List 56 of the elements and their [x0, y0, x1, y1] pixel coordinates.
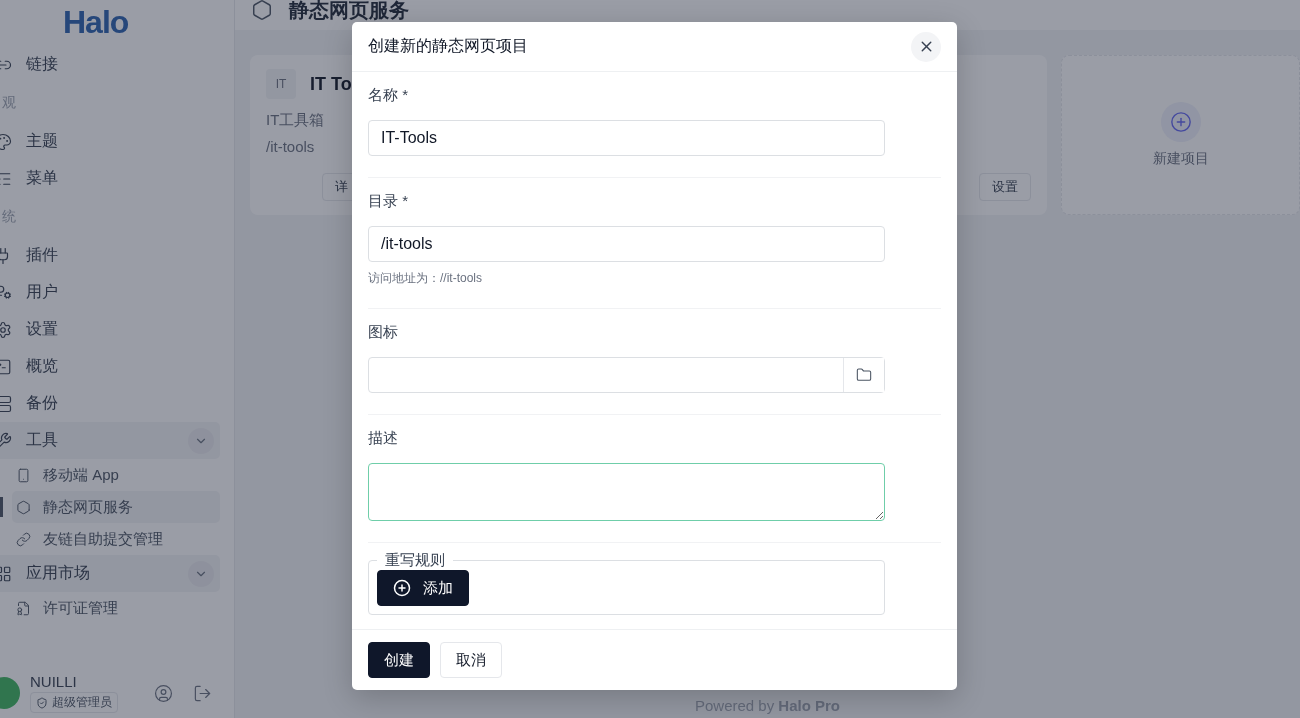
dialog-title: 创建新的静态网页项目	[368, 36, 528, 56]
nav-icon	[0, 394, 12, 413]
folder-icon	[856, 367, 872, 383]
field-hint: 访问地址为：//it-tools	[368, 270, 483, 287]
project-path: /it-tools	[266, 138, 316, 155]
plus-icon	[393, 579, 411, 597]
plus-icon	[1160, 102, 1201, 142]
nav-icon	[16, 600, 31, 616]
logo: Halo	[62, 3, 130, 42]
project-title: IT To	[310, 73, 352, 95]
nav-item[interactable]: 链接	[0, 46, 220, 83]
nav-item[interactable]: 菜单	[0, 160, 220, 197]
project-description: IT工具箱	[266, 111, 326, 130]
profile-icon[interactable]	[154, 683, 173, 703]
nav-icon	[0, 431, 12, 450]
cancel-button[interactable]: 取消	[440, 642, 502, 678]
folder-button[interactable]	[843, 358, 884, 392]
user-name: NUILLI	[30, 673, 78, 690]
nav-item[interactable]: 概览	[0, 348, 220, 385]
chevron-icon	[188, 427, 214, 454]
file-field[interactable]	[368, 357, 885, 393]
nav-icon	[0, 283, 12, 302]
text-field[interactable]: /it-tools	[368, 226, 885, 262]
nav-icon	[16, 531, 31, 547]
nav-icon	[0, 320, 12, 339]
text-field[interactable]: IT-Tools	[368, 120, 885, 156]
nav-icon	[0, 564, 12, 583]
field-label: 描述	[368, 429, 399, 448]
shield-icon	[36, 696, 48, 709]
group-legend: 重写规则	[377, 551, 453, 570]
add-button[interactable]: 添加	[377, 570, 469, 606]
page-title: 静态网页服务	[289, 0, 409, 23]
nav-item[interactable]: 主题	[0, 123, 220, 160]
textarea-field[interactable]	[368, 463, 885, 521]
nav-item[interactable]: 用户	[0, 274, 220, 311]
field-label: 名称 *	[368, 86, 409, 105]
role-tag: 超级管理员	[30, 692, 118, 713]
logout-icon[interactable]	[193, 683, 212, 703]
nav-icon	[16, 467, 31, 483]
card-button[interactable]: 设置	[979, 173, 1031, 201]
nav-icon	[0, 132, 12, 151]
nav-item[interactable]: 备份	[0, 385, 220, 422]
create-button[interactable]: 创建	[368, 642, 430, 678]
field-label: 目录 *	[368, 192, 409, 211]
page-icon	[251, 0, 273, 21]
close-button[interactable]	[911, 31, 941, 62]
project-badge: IT	[266, 69, 296, 99]
nav-icon	[0, 357, 12, 376]
nav-item[interactable]: 设置	[0, 311, 220, 348]
nav-item[interactable]: 工具	[0, 422, 220, 459]
nav-item[interactable]: 应用市场	[0, 555, 220, 592]
field-label: 图标	[368, 323, 399, 342]
new-project-card[interactable]: 新建项目	[1061, 55, 1300, 215]
chevron-icon	[188, 560, 214, 587]
nav-item[interactable]: 插件	[0, 237, 220, 274]
nav-icon	[16, 499, 31, 515]
